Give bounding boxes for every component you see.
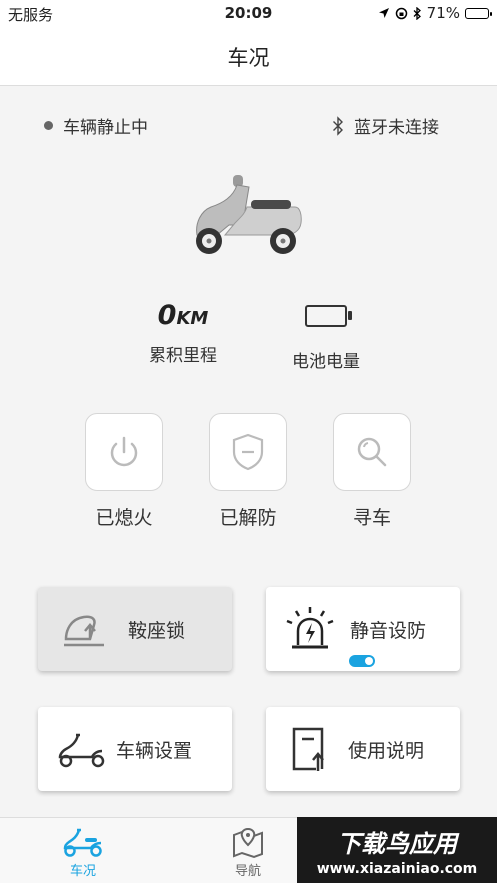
silent-arm-label: 静音设防	[350, 619, 427, 642]
scooter-tab-icon	[43, 824, 123, 860]
watermark-url: www.xiazainiao.com	[316, 860, 478, 877]
arm-label: 已解防	[219, 507, 277, 529]
vehicle-status-panel: 车辆静止中 蓝牙未连接 0KM 累积里程 电池电量 已熄火 已解防 寻车 鞍座锁…	[0, 87, 497, 817]
location-icon	[378, 8, 389, 18]
find-vehicle-label: 寻车	[352, 507, 391, 529]
power-icon	[110, 436, 138, 467]
motion-status: 车辆静止中	[44, 113, 148, 138]
find-vehicle-control[interactable]: 寻车	[332, 413, 412, 530]
silent-arm-button[interactable]: 静音设防	[266, 587, 460, 671]
ignition-control[interactable]: 已熄火	[84, 413, 164, 530]
mileage-value: 0KM	[157, 300, 209, 331]
watermark-logo: 下载鸟应用 www.xiazainiao.com	[297, 817, 497, 883]
status-dot-icon	[44, 121, 53, 130]
tab-vehicle-status-label: 车况	[69, 864, 96, 879]
seat-lock-icon	[54, 604, 114, 654]
mileage-label: 累积里程	[149, 346, 217, 366]
seat-lock-button[interactable]: 鞍座锁	[38, 587, 232, 671]
battery-label: 电池电量	[292, 352, 360, 372]
map-pin-icon	[208, 824, 288, 860]
vehicle-settings-label: 车辆设置	[116, 739, 193, 762]
tab-bar: 车况 导航 下载鸟应用 www.xiazainiao.com	[0, 817, 497, 883]
tab-vehicle-status[interactable]: 车况	[43, 824, 123, 879]
alarm-icon	[280, 604, 340, 654]
shield-icon	[232, 433, 264, 471]
seat-lock-label: 鞍座锁	[128, 619, 186, 642]
ignition-label: 已熄火	[95, 507, 153, 529]
status-icons: 71%	[378, 4, 492, 22]
nav-bar: 车况	[0, 28, 497, 86]
page-title: 车况	[227, 46, 270, 70]
ignition-button[interactable]	[85, 413, 163, 491]
bluetooth-icon	[333, 115, 343, 136]
tab-navigation[interactable]: 导航	[208, 824, 288, 879]
find-vehicle-button[interactable]	[333, 413, 411, 491]
battery-percent: 71%	[426, 4, 460, 22]
bluetooth-status-icon	[413, 6, 421, 20]
scooter-image	[196, 175, 302, 254]
arm-control[interactable]: 已解防	[208, 413, 288, 530]
manual-label: 使用说明	[348, 739, 425, 762]
silent-arm-toggle[interactable]	[349, 655, 375, 667]
bluetooth-status: 蓝牙未连接	[332, 113, 439, 138]
search-icon	[357, 437, 387, 467]
arm-button[interactable]	[209, 413, 287, 491]
mileage-stat: 0KM 累积里程	[118, 299, 248, 366]
bluetooth-status-label: 蓝牙未连接	[354, 118, 439, 138]
status-bar: 无服务 20:09 71%	[0, 0, 497, 28]
vehicle-settings-button[interactable]: 车辆设置	[38, 707, 232, 791]
manual-button[interactable]: 使用说明	[266, 707, 460, 791]
orientation-lock-icon	[395, 7, 407, 19]
motion-status-label: 车辆静止中	[63, 118, 148, 138]
scooter-outline-icon	[52, 724, 112, 774]
watermark-title: 下载鸟应用	[337, 829, 457, 858]
battery-stat: 电池电量	[261, 299, 391, 372]
manual-icon	[280, 724, 340, 774]
battery-level-icon	[261, 305, 391, 339]
tab-navigation-label: 导航	[234, 864, 261, 879]
battery-icon	[465, 7, 492, 19]
